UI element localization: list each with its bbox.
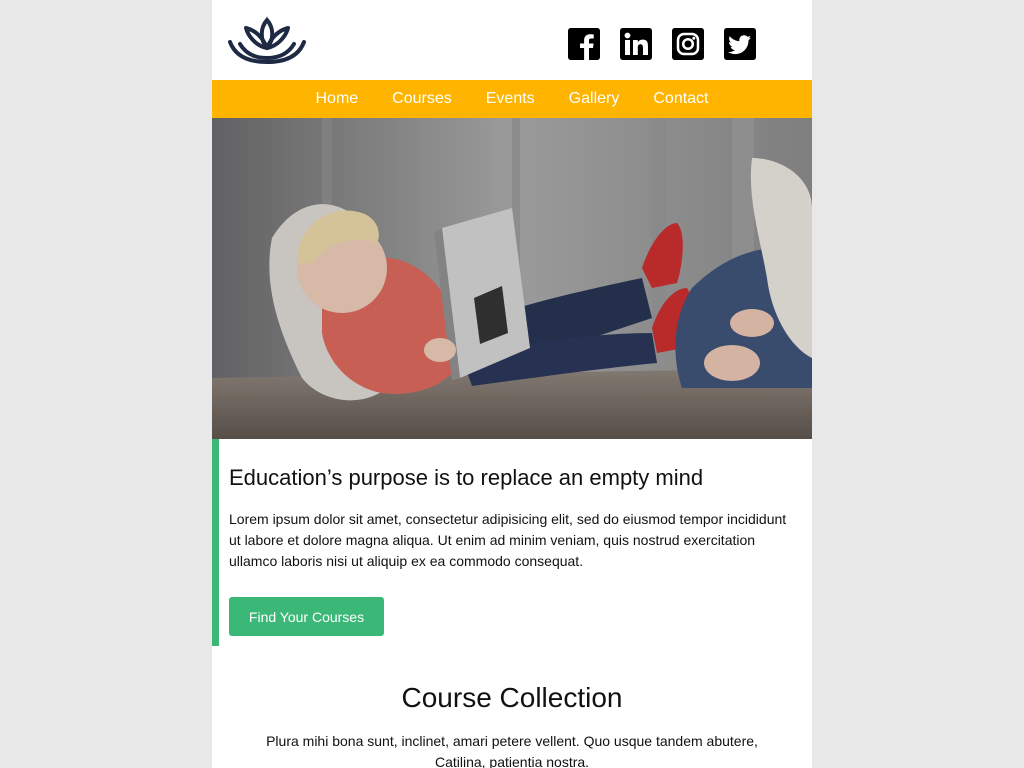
collection-description: Plura mihi bona sunt, inclinet, amari pe…	[266, 733, 758, 768]
hero-image	[212, 118, 812, 439]
instagram-icon[interactable]	[672, 28, 704, 60]
facebook-icon[interactable]	[568, 28, 600, 60]
linkedin-icon[interactable]	[620, 28, 652, 60]
nav-courses[interactable]: Courses	[392, 80, 452, 118]
main-nav: Home Courses Events Gallery Contact	[212, 80, 812, 118]
nav-contact[interactable]: Contact	[653, 80, 708, 118]
twitter-icon[interactable]	[724, 28, 756, 60]
intro-section: Education’s purpose is to replace an emp…	[212, 439, 812, 646]
collection-title: Course Collection	[401, 682, 623, 713]
nav-events[interactable]: Events	[486, 80, 535, 118]
intro-title: Education’s purpose is to replace an emp…	[229, 465, 704, 490]
header	[212, 0, 812, 80]
find-courses-button[interactable]: Find Your Courses	[229, 597, 384, 636]
intro-body: Lorem ipsum dolor sit amet, consectetur …	[229, 511, 787, 569]
nav-gallery[interactable]: Gallery	[569, 80, 620, 118]
email-page: Home Courses Events Gallery Contact Educ…	[212, 0, 812, 768]
accent-bar	[212, 439, 219, 646]
nav-home[interactable]: Home	[315, 80, 358, 118]
lotus-icon[interactable]	[226, 14, 308, 66]
